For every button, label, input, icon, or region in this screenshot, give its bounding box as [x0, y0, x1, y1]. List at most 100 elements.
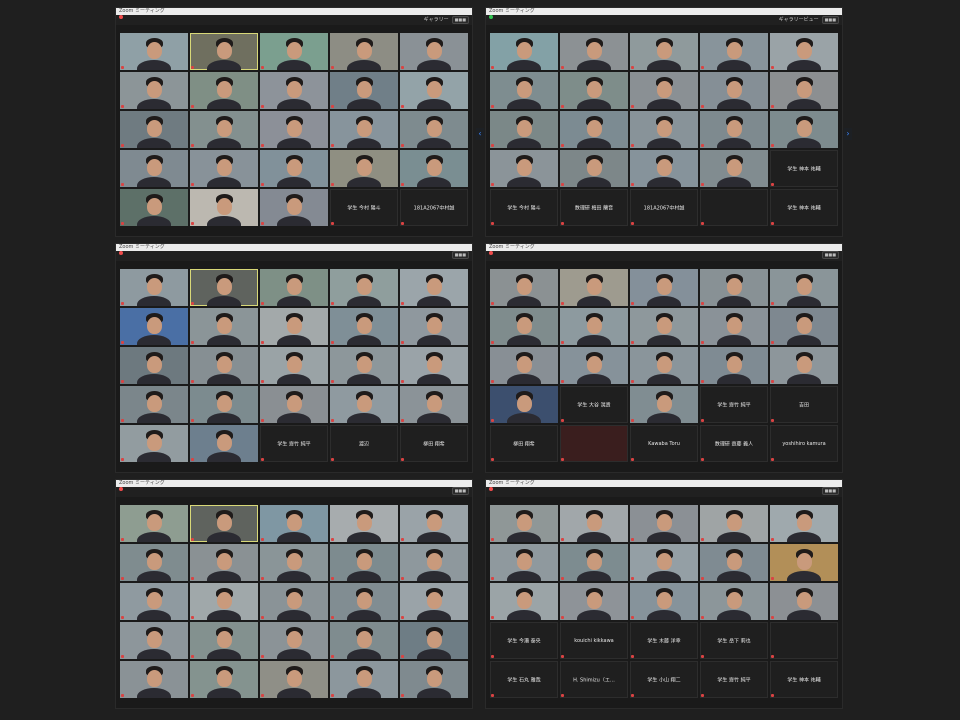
participant-video-tile[interactable]: [260, 111, 328, 148]
participant-name-tile[interactable]: 数理研 齋藤 義人: [700, 425, 768, 462]
participant-video-tile[interactable]: [330, 111, 398, 148]
window-titlebar[interactable]: Zoom ミーティング: [116, 244, 472, 251]
participant-video-tile[interactable]: [190, 583, 258, 620]
participant-video-tile[interactable]: [700, 33, 768, 70]
participant-video-tile[interactable]: [330, 347, 398, 384]
participant-video-tile[interactable]: [630, 308, 698, 345]
view-switch-button[interactable]: ■■■: [451, 487, 469, 495]
participant-video-tile[interactable]: [400, 308, 468, 345]
participant-name-tile[interactable]: 学生 齋竹 純平: [700, 661, 768, 698]
participant-video-tile[interactable]: [330, 583, 398, 620]
participant-video-tile[interactable]: [400, 150, 468, 187]
participant-video-tile[interactable]: [490, 150, 558, 187]
participant-video-tile[interactable]: [560, 269, 628, 306]
participant-video-tile[interactable]: [630, 33, 698, 70]
participant-video-tile[interactable]: [120, 622, 188, 659]
participant-video-tile[interactable]: [560, 72, 628, 109]
participant-video-tile[interactable]: [630, 583, 698, 620]
participant-name-tile[interactable]: 柳田 翔希: [400, 425, 468, 462]
participant-video-tile[interactable]: [400, 33, 468, 70]
participant-video-tile[interactable]: [400, 661, 468, 698]
participant-video-tile[interactable]: [700, 505, 768, 542]
participant-video-tile[interactable]: [330, 308, 398, 345]
participant-video-tile[interactable]: [770, 33, 838, 70]
participant-video-tile[interactable]: [630, 72, 698, 109]
participant-name-tile[interactable]: 渡辺: [330, 425, 398, 462]
participant-video-tile[interactable]: [330, 622, 398, 659]
view-switch-button[interactable]: ■■■: [821, 487, 839, 495]
participant-name-tile[interactable]: 学生 神本 祐輔: [770, 189, 838, 226]
participant-video-tile[interactable]: [120, 505, 188, 542]
participant-video-tile[interactable]: [120, 150, 188, 187]
participant-video-tile[interactable]: [120, 33, 188, 70]
participant-name-tile[interactable]: [560, 425, 628, 462]
participant-video-tile[interactable]: [700, 583, 768, 620]
participant-video-tile[interactable]: [560, 308, 628, 345]
participant-video-tile[interactable]: [700, 544, 768, 581]
participant-video-tile[interactable]: [400, 72, 468, 109]
view-switch-button[interactable]: ■■■: [451, 16, 469, 24]
participant-video-tile[interactable]: [120, 386, 188, 423]
participant-name-tile[interactable]: 学生 神本 祐輔: [770, 150, 838, 187]
participant-video-tile[interactable]: [630, 505, 698, 542]
participant-video-tile[interactable]: [400, 544, 468, 581]
participant-video-tile[interactable]: [490, 583, 558, 620]
view-switch-button[interactable]: ■■■: [821, 16, 839, 24]
participant-video-tile[interactable]: [400, 347, 468, 384]
participant-video-tile[interactable]: [400, 269, 468, 306]
participant-video-tile[interactable]: [770, 269, 838, 306]
participant-name-tile[interactable]: 181A2067中村誠: [630, 189, 698, 226]
participant-video-tile[interactable]: [630, 386, 698, 423]
participant-name-tile[interactable]: 学生 石丸 雅哉: [490, 661, 558, 698]
participant-video-tile[interactable]: [190, 189, 258, 226]
participant-video-tile[interactable]: [490, 308, 558, 345]
participant-video-tile[interactable]: [770, 347, 838, 384]
participant-video-tile[interactable]: [400, 622, 468, 659]
participant-name-tile[interactable]: yoshihiro kamura: [770, 425, 838, 462]
participant-name-tile[interactable]: 柳田 翔希: [490, 425, 558, 462]
participant-video-tile[interactable]: [120, 72, 188, 109]
participant-video-tile[interactable]: [330, 505, 398, 542]
participant-video-tile[interactable]: [260, 386, 328, 423]
participant-video-tile[interactable]: [330, 33, 398, 70]
participant-video-tile[interactable]: [490, 505, 558, 542]
participant-name-tile[interactable]: 数理研 梅田 蘭音: [560, 189, 628, 226]
participant-video-tile[interactable]: [120, 425, 188, 462]
participant-name-tile[interactable]: 学生 大谷 滉貴: [560, 386, 628, 423]
participant-video-tile[interactable]: [700, 150, 768, 187]
participant-video-tile[interactable]: [190, 622, 258, 659]
view-mode-label[interactable]: ギャラリー: [424, 15, 449, 25]
participant-video-tile[interactable]: [120, 661, 188, 698]
participant-video-tile[interactable]: [260, 583, 328, 620]
participant-video-tile[interactable]: [260, 72, 328, 109]
window-titlebar[interactable]: Zoom ミーティング: [116, 8, 472, 15]
participant-name-tile[interactable]: 学生 今瀬 泰央: [490, 622, 558, 659]
participant-video-tile[interactable]: [490, 72, 558, 109]
participant-video-tile[interactable]: [770, 583, 838, 620]
participant-video-tile[interactable]: [400, 505, 468, 542]
participant-video-tile[interactable]: [700, 269, 768, 306]
participant-video-tile[interactable]: [560, 111, 628, 148]
participant-name-tile[interactable]: 学生 齋竹 純平: [260, 425, 328, 462]
participant-video-tile[interactable]: [260, 622, 328, 659]
participant-video-tile[interactable]: [120, 269, 188, 306]
participant-video-tile[interactable]: [120, 308, 188, 345]
participant-video-tile[interactable]: [260, 150, 328, 187]
participant-video-tile[interactable]: [700, 72, 768, 109]
participant-video-tile[interactable]: [190, 425, 258, 462]
participant-video-tile[interactable]: [560, 347, 628, 384]
participant-video-tile[interactable]: [770, 72, 838, 109]
participant-video-tile[interactable]: [330, 661, 398, 698]
window-titlebar[interactable]: Zoom ミーティング: [486, 8, 842, 15]
participant-video-tile[interactable]: [330, 269, 398, 306]
previous-page-arrow-icon[interactable]: ‹: [476, 128, 484, 140]
participant-video-tile[interactable]: [630, 347, 698, 384]
participant-video-tile[interactable]: [560, 583, 628, 620]
participant-video-tile[interactable]: [190, 347, 258, 384]
view-switch-button[interactable]: ■■■: [821, 251, 839, 259]
participant-name-tile[interactable]: Kawaba Toru: [630, 425, 698, 462]
participant-video-tile[interactable]: [260, 308, 328, 345]
participant-video-tile[interactable]: [190, 544, 258, 581]
participant-video-tile[interactable]: [770, 505, 838, 542]
participant-video-tile[interactable]: [490, 33, 558, 70]
